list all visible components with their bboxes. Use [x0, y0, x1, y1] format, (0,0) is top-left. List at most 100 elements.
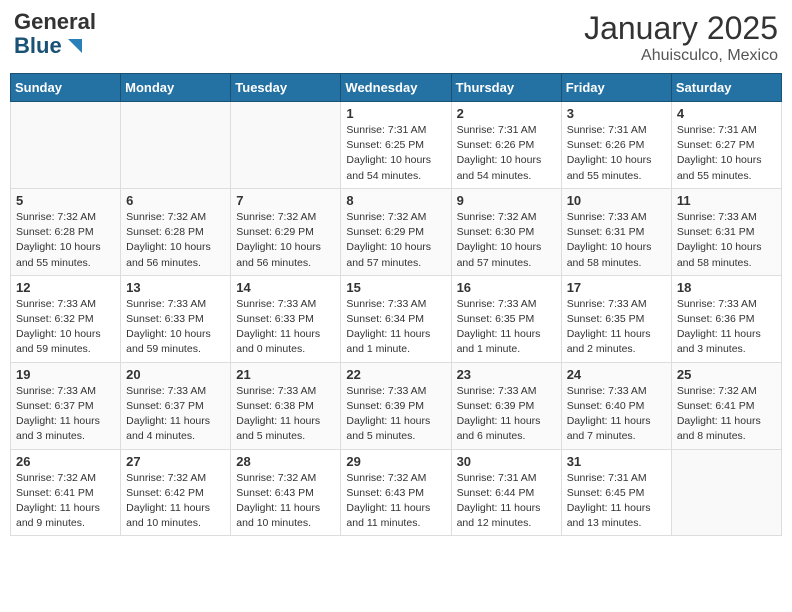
day-number: 29	[346, 454, 445, 469]
title-section: January 2025 Ahuisculco, Mexico	[584, 10, 778, 65]
day-number: 18	[677, 280, 776, 295]
calendar-cell: 4 Sunrise: 7:31 AMSunset: 6:27 PMDaylight…	[671, 102, 781, 189]
calendar-cell: 13Sunrise: 7:33 AMSunset: 6:33 PMDayligh…	[121, 275, 231, 362]
day-info: Sunrise: 7:33 AMSunset: 6:39 PMDaylight:…	[457, 384, 556, 445]
weekday-header-saturday: Saturday	[671, 74, 781, 102]
day-info: Sunrise: 7:33 AMSunset: 6:31 PMDaylight:…	[677, 210, 776, 271]
calendar-cell	[231, 102, 341, 189]
day-info: Sunrise: 7:31 AMSunset: 6:44 PMDaylight:…	[457, 471, 556, 532]
day-info: Sunrise: 7:33 AMSunset: 6:33 PMDaylight:…	[236, 297, 335, 358]
calendar-header-row: SundayMondayTuesdayWednesdayThursdayFrid…	[11, 74, 782, 102]
day-info: Sunrise: 7:32 AMSunset: 6:42 PMDaylight:…	[126, 471, 225, 532]
calendar-cell: 21 Sunrise: 7:33 AMSunset: 6:38 PMDayligh…	[231, 362, 341, 449]
calendar-cell: 17 Sunrise: 7:33 AMSunset: 6:35 PMDayligh…	[561, 275, 671, 362]
weekday-header-friday: Friday	[561, 74, 671, 102]
day-number: 20	[126, 367, 225, 382]
day-number: 21	[236, 367, 335, 382]
calendar-cell: 28 Sunrise: 7:32 AMSunset: 6:43 PMDayligh…	[231, 449, 341, 536]
day-number: 3	[567, 106, 666, 121]
day-info: Sunrise: 7:31 AMSunset: 6:26 PMDaylight:…	[567, 123, 666, 184]
calendar-cell: 6Sunrise: 7:32 AMSunset: 6:28 PMDaylight…	[121, 188, 231, 275]
day-number: 23	[457, 367, 556, 382]
day-info: Sunrise: 7:33 AMSunset: 6:40 PMDaylight:…	[567, 384, 666, 445]
calendar-cell	[121, 102, 231, 189]
header: General Blue January 2025 Ahuisculco, Me…	[10, 10, 782, 65]
weekday-header-wednesday: Wednesday	[341, 74, 451, 102]
day-info: Sunrise: 7:33 AMSunset: 6:39 PMDaylight:…	[346, 384, 445, 445]
day-number: 14	[236, 280, 335, 295]
day-info: Sunrise: 7:33 AMSunset: 6:34 PMDaylight:…	[346, 297, 445, 358]
weekday-header-tuesday: Tuesday	[231, 74, 341, 102]
weekday-header-sunday: Sunday	[11, 74, 121, 102]
calendar-week-row: 5Sunrise: 7:32 AMSunset: 6:28 PMDaylight…	[11, 188, 782, 275]
location: Ahuisculco, Mexico	[584, 47, 778, 65]
calendar-week-row: 1 Sunrise: 7:31 AMSunset: 6:25 PMDaylight…	[11, 102, 782, 189]
day-info: Sunrise: 7:33 AMSunset: 6:33 PMDaylight:…	[126, 297, 225, 358]
logo-general-text: General	[14, 10, 96, 34]
day-number: 27	[126, 454, 225, 469]
day-info: Sunrise: 7:32 AMSunset: 6:29 PMDaylight:…	[236, 210, 335, 271]
calendar-week-row: 26 Sunrise: 7:32 AMSunset: 6:41 PMDayligh…	[11, 449, 782, 536]
day-info: Sunrise: 7:32 AMSunset: 6:28 PMDaylight:…	[126, 210, 225, 271]
calendar-cell: 25 Sunrise: 7:32 AMSunset: 6:41 PMDayligh…	[671, 362, 781, 449]
day-number: 10	[567, 193, 666, 208]
day-number: 30	[457, 454, 556, 469]
day-number: 22	[346, 367, 445, 382]
logo: General Blue	[14, 10, 96, 58]
weekday-header-thursday: Thursday	[451, 74, 561, 102]
calendar-cell	[671, 449, 781, 536]
day-number: 17	[567, 280, 666, 295]
day-info: Sunrise: 7:32 AMSunset: 6:41 PMDaylight:…	[677, 384, 776, 445]
day-info: Sunrise: 7:31 AMSunset: 6:27 PMDaylight:…	[677, 123, 776, 184]
day-info: Sunrise: 7:31 AMSunset: 6:45 PMDaylight:…	[567, 471, 666, 532]
day-info: Sunrise: 7:32 AMSunset: 6:43 PMDaylight:…	[236, 471, 335, 532]
calendar-cell: 22 Sunrise: 7:33 AMSunset: 6:39 PMDayligh…	[341, 362, 451, 449]
day-number: 28	[236, 454, 335, 469]
day-number: 1	[346, 106, 445, 121]
day-info: Sunrise: 7:32 AMSunset: 6:43 PMDaylight:…	[346, 471, 445, 532]
calendar-cell: 19Sunrise: 7:33 AMSunset: 6:37 PMDayligh…	[11, 362, 121, 449]
day-number: 2	[457, 106, 556, 121]
day-number: 4	[677, 106, 776, 121]
calendar-cell: 5Sunrise: 7:32 AMSunset: 6:28 PMDaylight…	[11, 188, 121, 275]
day-number: 24	[567, 367, 666, 382]
calendar-cell: 8Sunrise: 7:32 AMSunset: 6:29 PMDaylight…	[341, 188, 451, 275]
day-info: Sunrise: 7:33 AMSunset: 6:32 PMDaylight:…	[16, 297, 115, 358]
day-number: 19	[16, 367, 115, 382]
calendar-cell: 18Sunrise: 7:33 AMSunset: 6:36 PMDayligh…	[671, 275, 781, 362]
day-info: Sunrise: 7:33 AMSunset: 6:35 PMDaylight:…	[457, 297, 556, 358]
calendar-cell: 27 Sunrise: 7:32 AMSunset: 6:42 PMDayligh…	[121, 449, 231, 536]
day-info: Sunrise: 7:33 AMSunset: 6:38 PMDaylight:…	[236, 384, 335, 445]
day-info: Sunrise: 7:31 AMSunset: 6:25 PMDaylight:…	[346, 123, 445, 184]
day-number: 11	[677, 193, 776, 208]
calendar-cell: 20 Sunrise: 7:33 AMSunset: 6:37 PMDayligh…	[121, 362, 231, 449]
calendar-cell: 9Sunrise: 7:32 AMSunset: 6:30 PMDaylight…	[451, 188, 561, 275]
day-info: Sunrise: 7:33 AMSunset: 6:37 PMDaylight:…	[126, 384, 225, 445]
calendar-cell: 14 Sunrise: 7:33 AMSunset: 6:33 PMDayligh…	[231, 275, 341, 362]
calendar-cell: 31Sunrise: 7:31 AMSunset: 6:45 PMDayligh…	[561, 449, 671, 536]
calendar-week-row: 12 Sunrise: 7:33 AMSunset: 6:32 PMDayligh…	[11, 275, 782, 362]
day-info: Sunrise: 7:33 AMSunset: 6:35 PMDaylight:…	[567, 297, 666, 358]
day-info: Sunrise: 7:33 AMSunset: 6:31 PMDaylight:…	[567, 210, 666, 271]
calendar-cell: 15 Sunrise: 7:33 AMSunset: 6:34 PMDayligh…	[341, 275, 451, 362]
calendar-cell: 7 Sunrise: 7:32 AMSunset: 6:29 PMDaylight…	[231, 188, 341, 275]
day-number: 26	[16, 454, 115, 469]
day-info: Sunrise: 7:32 AMSunset: 6:29 PMDaylight:…	[346, 210, 445, 271]
calendar-cell: 2 Sunrise: 7:31 AMSunset: 6:26 PMDaylight…	[451, 102, 561, 189]
calendar-cell	[11, 102, 121, 189]
calendar-cell: 1 Sunrise: 7:31 AMSunset: 6:25 PMDaylight…	[341, 102, 451, 189]
calendar-week-row: 19 Sunrise: 7:33 AMSunset: 6:37 PMDayligh…	[11, 362, 782, 449]
day-number: 12	[16, 280, 115, 295]
calendar-cell: 29 Sunrise: 7:32 AMSunset: 6:43 PMDayligh…	[341, 449, 451, 536]
day-info: Sunrise: 7:32 AMSunset: 6:41 PMDaylight:…	[16, 471, 115, 532]
day-number: 25	[677, 367, 776, 382]
calendar-cell: 12 Sunrise: 7:33 AMSunset: 6:32 PMDayligh…	[11, 275, 121, 362]
day-number: 16	[457, 280, 556, 295]
day-number: 9	[457, 193, 556, 208]
day-number: 7	[236, 193, 335, 208]
day-info: Sunrise: 7:32 AMSunset: 6:28 PMDaylight:…	[16, 210, 115, 271]
day-number: 15	[346, 280, 445, 295]
day-info: Sunrise: 7:31 AMSunset: 6:26 PMDaylight:…	[457, 123, 556, 184]
calendar-cell: 10 Sunrise: 7:33 AMSunset: 6:31 PMDayligh…	[561, 188, 671, 275]
calendar-cell: 24 Sunrise: 7:33 AMSunset: 6:40 PMDayligh…	[561, 362, 671, 449]
